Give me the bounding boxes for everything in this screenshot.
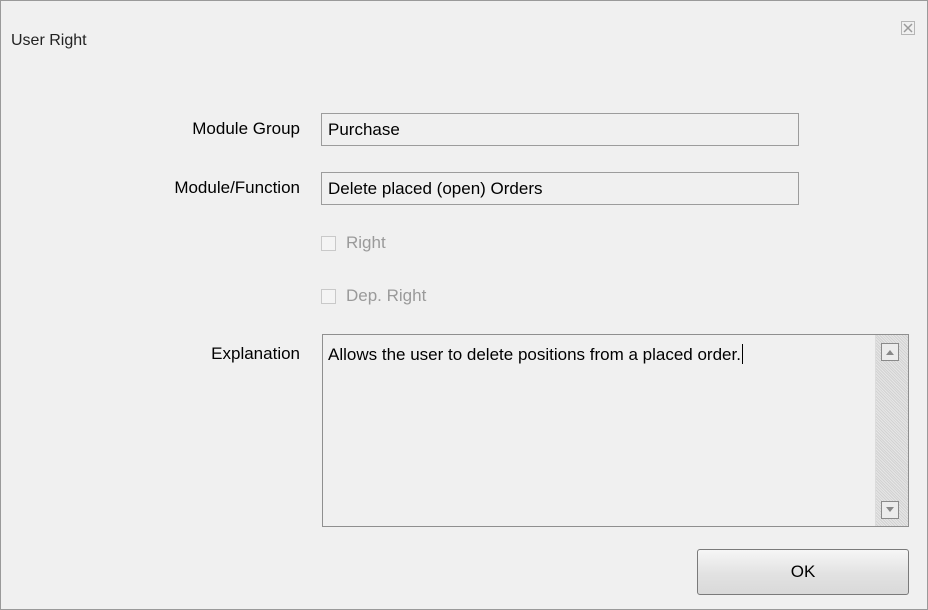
scroll-down-button[interactable] (881, 501, 899, 519)
module-group-field[interactable]: Purchase (321, 113, 799, 146)
module-group-label: Module Group (192, 119, 300, 138)
right-checkbox[interactable] (321, 235, 336, 251)
explanation-text: Allows the user to delete positions from… (328, 345, 741, 364)
scroll-up-button[interactable] (881, 343, 899, 361)
vertical-scrollbar[interactable] (875, 335, 908, 526)
dep-right-checkbox-row[interactable]: Dep. Right (321, 286, 426, 306)
explanation-label: Explanation (211, 344, 300, 363)
ok-button[interactable]: OK (697, 549, 909, 595)
module-function-label: Module/Function (174, 178, 300, 197)
dep-right-checkbox[interactable] (321, 288, 336, 304)
explanation-textarea[interactable]: Allows the user to delete positions from… (322, 334, 909, 527)
arrow-down-icon (886, 507, 894, 512)
user-right-dialog: User Right Module Group Purchase Module/… (0, 0, 928, 610)
module-function-field[interactable]: Delete placed (open) Orders (321, 172, 799, 205)
dep-right-checkbox-label: Dep. Right (346, 286, 427, 305)
right-checkbox-row[interactable]: Right (321, 233, 386, 253)
arrow-up-icon (886, 350, 894, 355)
text-caret (741, 344, 743, 364)
right-checkbox-label: Right (346, 233, 386, 252)
dialog-title: User Right (11, 32, 87, 49)
close-icon[interactable] (901, 21, 915, 35)
